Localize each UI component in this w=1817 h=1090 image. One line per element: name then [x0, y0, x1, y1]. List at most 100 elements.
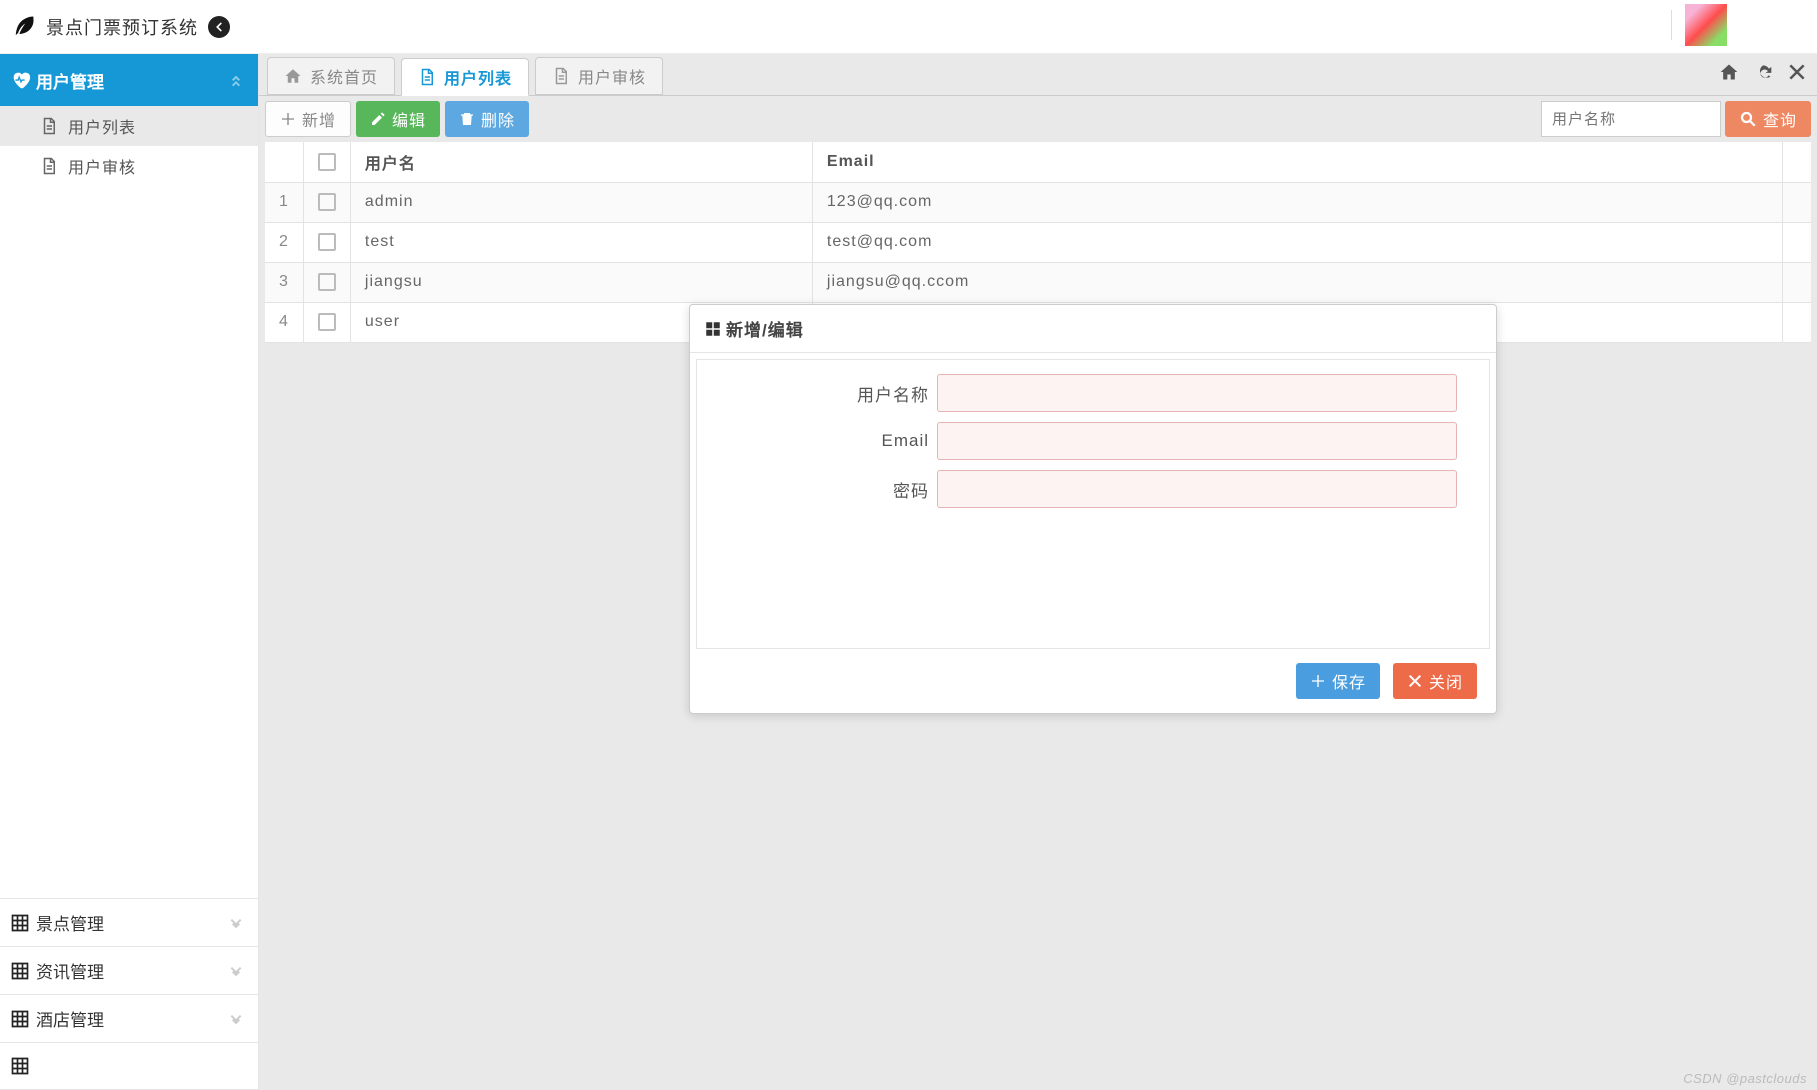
- col-username[interactable]: 用户名: [350, 142, 812, 182]
- row-checkbox[interactable]: [318, 313, 336, 331]
- cell-index: 1: [265, 182, 303, 222]
- tab-label: 系统首页: [310, 64, 378, 88]
- input-username[interactable]: [937, 374, 1457, 412]
- tab-action-refresh[interactable]: [1753, 62, 1773, 82]
- cell-index: 2: [265, 222, 303, 262]
- app-title: 景点门票预订系统: [46, 14, 198, 40]
- main-content: 系统首页 用户列表 用户审核 新增 编辑 删除: [259, 54, 1817, 1090]
- trash-icon: [459, 111, 475, 127]
- tab-user-audit[interactable]: 用户审核: [535, 57, 663, 95]
- chevron-down-icon: [228, 961, 244, 981]
- document-icon: [40, 117, 58, 135]
- watermark: CSDN @pastclouds: [1683, 1071, 1807, 1086]
- edit-modal: 新增/编辑 用户名称 Email 密码 保存 关闭: [689, 304, 1497, 714]
- tab-action-close[interactable]: [1787, 62, 1807, 82]
- sidebar-item-label: 用户列表: [68, 114, 136, 138]
- plus-icon: [1310, 673, 1326, 689]
- home-icon: [1719, 62, 1739, 82]
- chevron-down-icon: [228, 1009, 244, 1029]
- sidebar-item-label: 用户审核: [68, 154, 136, 178]
- button-label: 删除: [481, 107, 515, 131]
- search-button[interactable]: 查询: [1725, 101, 1811, 137]
- table-row[interactable]: 3 jiangsujiangsu@qq.ccom: [265, 262, 1811, 302]
- cell-email: 123@qq.com: [812, 182, 1782, 222]
- tab-user-list[interactable]: 用户列表: [401, 58, 529, 96]
- cell-username: jiangsu: [350, 262, 812, 302]
- row-checkbox[interactable]: [318, 193, 336, 211]
- sidebar-section-label: 酒店管理: [36, 1006, 104, 1031]
- grid-icon: [10, 1056, 30, 1076]
- cell-email: jiangsu@qq.ccom: [812, 262, 1782, 302]
- document-icon: [418, 68, 436, 86]
- table-row[interactable]: 1 admin123@qq.com: [265, 182, 1811, 222]
- document-icon: [40, 157, 58, 175]
- table-header-row: 用户名 Email: [265, 142, 1811, 182]
- modal-header[interactable]: 新增/编辑: [690, 305, 1496, 353]
- input-password[interactable]: [937, 470, 1457, 508]
- tab-label: 用户列表: [444, 65, 512, 89]
- label-password: 密码: [727, 477, 937, 502]
- chevron-down-icon: [228, 913, 244, 933]
- input-email[interactable]: [937, 422, 1457, 460]
- sidebar-section-news[interactable]: 资讯管理: [0, 946, 258, 994]
- windows-icon: [704, 320, 722, 338]
- save-button[interactable]: 保存: [1296, 663, 1380, 699]
- back-button[interactable]: [208, 16, 230, 38]
- sidebar-section-attractions[interactable]: 景点管理: [0, 898, 258, 946]
- avatar[interactable]: [1685, 4, 1727, 46]
- cell-username: test: [350, 222, 812, 262]
- heartbeat-icon: [10, 69, 32, 91]
- col-spacer: [1783, 142, 1812, 182]
- button-label: 编辑: [392, 107, 426, 131]
- row-checkbox[interactable]: [318, 233, 336, 251]
- tab-label: 用户审核: [578, 64, 646, 88]
- close-icon: [1407, 673, 1423, 689]
- pencil-icon: [370, 111, 386, 127]
- cell-spacer: [1783, 302, 1812, 342]
- col-email[interactable]: Email: [812, 142, 1782, 182]
- sidebar: 用户管理 用户列表 用户审核 景点管理 资讯管理: [0, 54, 259, 1090]
- modal-body: 用户名称 Email 密码: [696, 359, 1490, 649]
- cell-spacer: [1783, 262, 1812, 302]
- sidebar-item-user-list[interactable]: 用户列表: [0, 106, 258, 146]
- sidebar-section-users[interactable]: 用户管理: [0, 54, 258, 106]
- cell-index: 3: [265, 262, 303, 302]
- sidebar-section-label: 景点管理: [36, 910, 104, 935]
- document-icon: [552, 67, 570, 85]
- checkbox-all[interactable]: [318, 153, 336, 171]
- sidebar-item-user-audit[interactable]: 用户审核: [0, 146, 258, 186]
- header-divider: [1671, 10, 1672, 40]
- cell-checkbox: [303, 302, 350, 342]
- tab-action-home[interactable]: [1719, 62, 1739, 82]
- grid-icon: [10, 961, 30, 981]
- tabs-bar: 系统首页 用户列表 用户审核: [259, 54, 1817, 96]
- row-checkbox[interactable]: [318, 273, 336, 291]
- header: 景点门票预订系统: [0, 0, 1817, 54]
- toolbar: 新增 编辑 删除 查询: [259, 96, 1817, 142]
- label-username: 用户名称: [727, 381, 937, 406]
- cell-checkbox: [303, 262, 350, 302]
- refresh-icon: [1753, 62, 1773, 82]
- feather-icon: [10, 13, 38, 41]
- tab-home[interactable]: 系统首页: [267, 57, 395, 95]
- cell-username: admin: [350, 182, 812, 222]
- button-label: 保存: [1332, 669, 1366, 693]
- button-label: 新增: [302, 107, 336, 131]
- grid-icon: [10, 913, 30, 933]
- sidebar-section-hotels[interactable]: 酒店管理: [0, 994, 258, 1042]
- button-label: 查询: [1763, 107, 1797, 131]
- close-button[interactable]: 关闭: [1393, 663, 1477, 699]
- edit-button[interactable]: 编辑: [356, 101, 440, 137]
- chevron-up-icon: [228, 70, 244, 90]
- button-label: 关闭: [1429, 669, 1463, 693]
- add-button[interactable]: 新增: [265, 101, 351, 137]
- cell-checkbox: [303, 222, 350, 262]
- chevron-left-icon: [212, 20, 226, 34]
- search-input[interactable]: [1541, 101, 1721, 137]
- modal-footer: 保存 关闭: [690, 655, 1496, 713]
- table-row[interactable]: 2testtest@qq.com: [265, 222, 1811, 262]
- sidebar-section-more[interactable]: [0, 1042, 258, 1090]
- delete-button[interactable]: 删除: [445, 101, 529, 137]
- close-icon: [1787, 62, 1807, 82]
- plus-icon: [280, 111, 296, 127]
